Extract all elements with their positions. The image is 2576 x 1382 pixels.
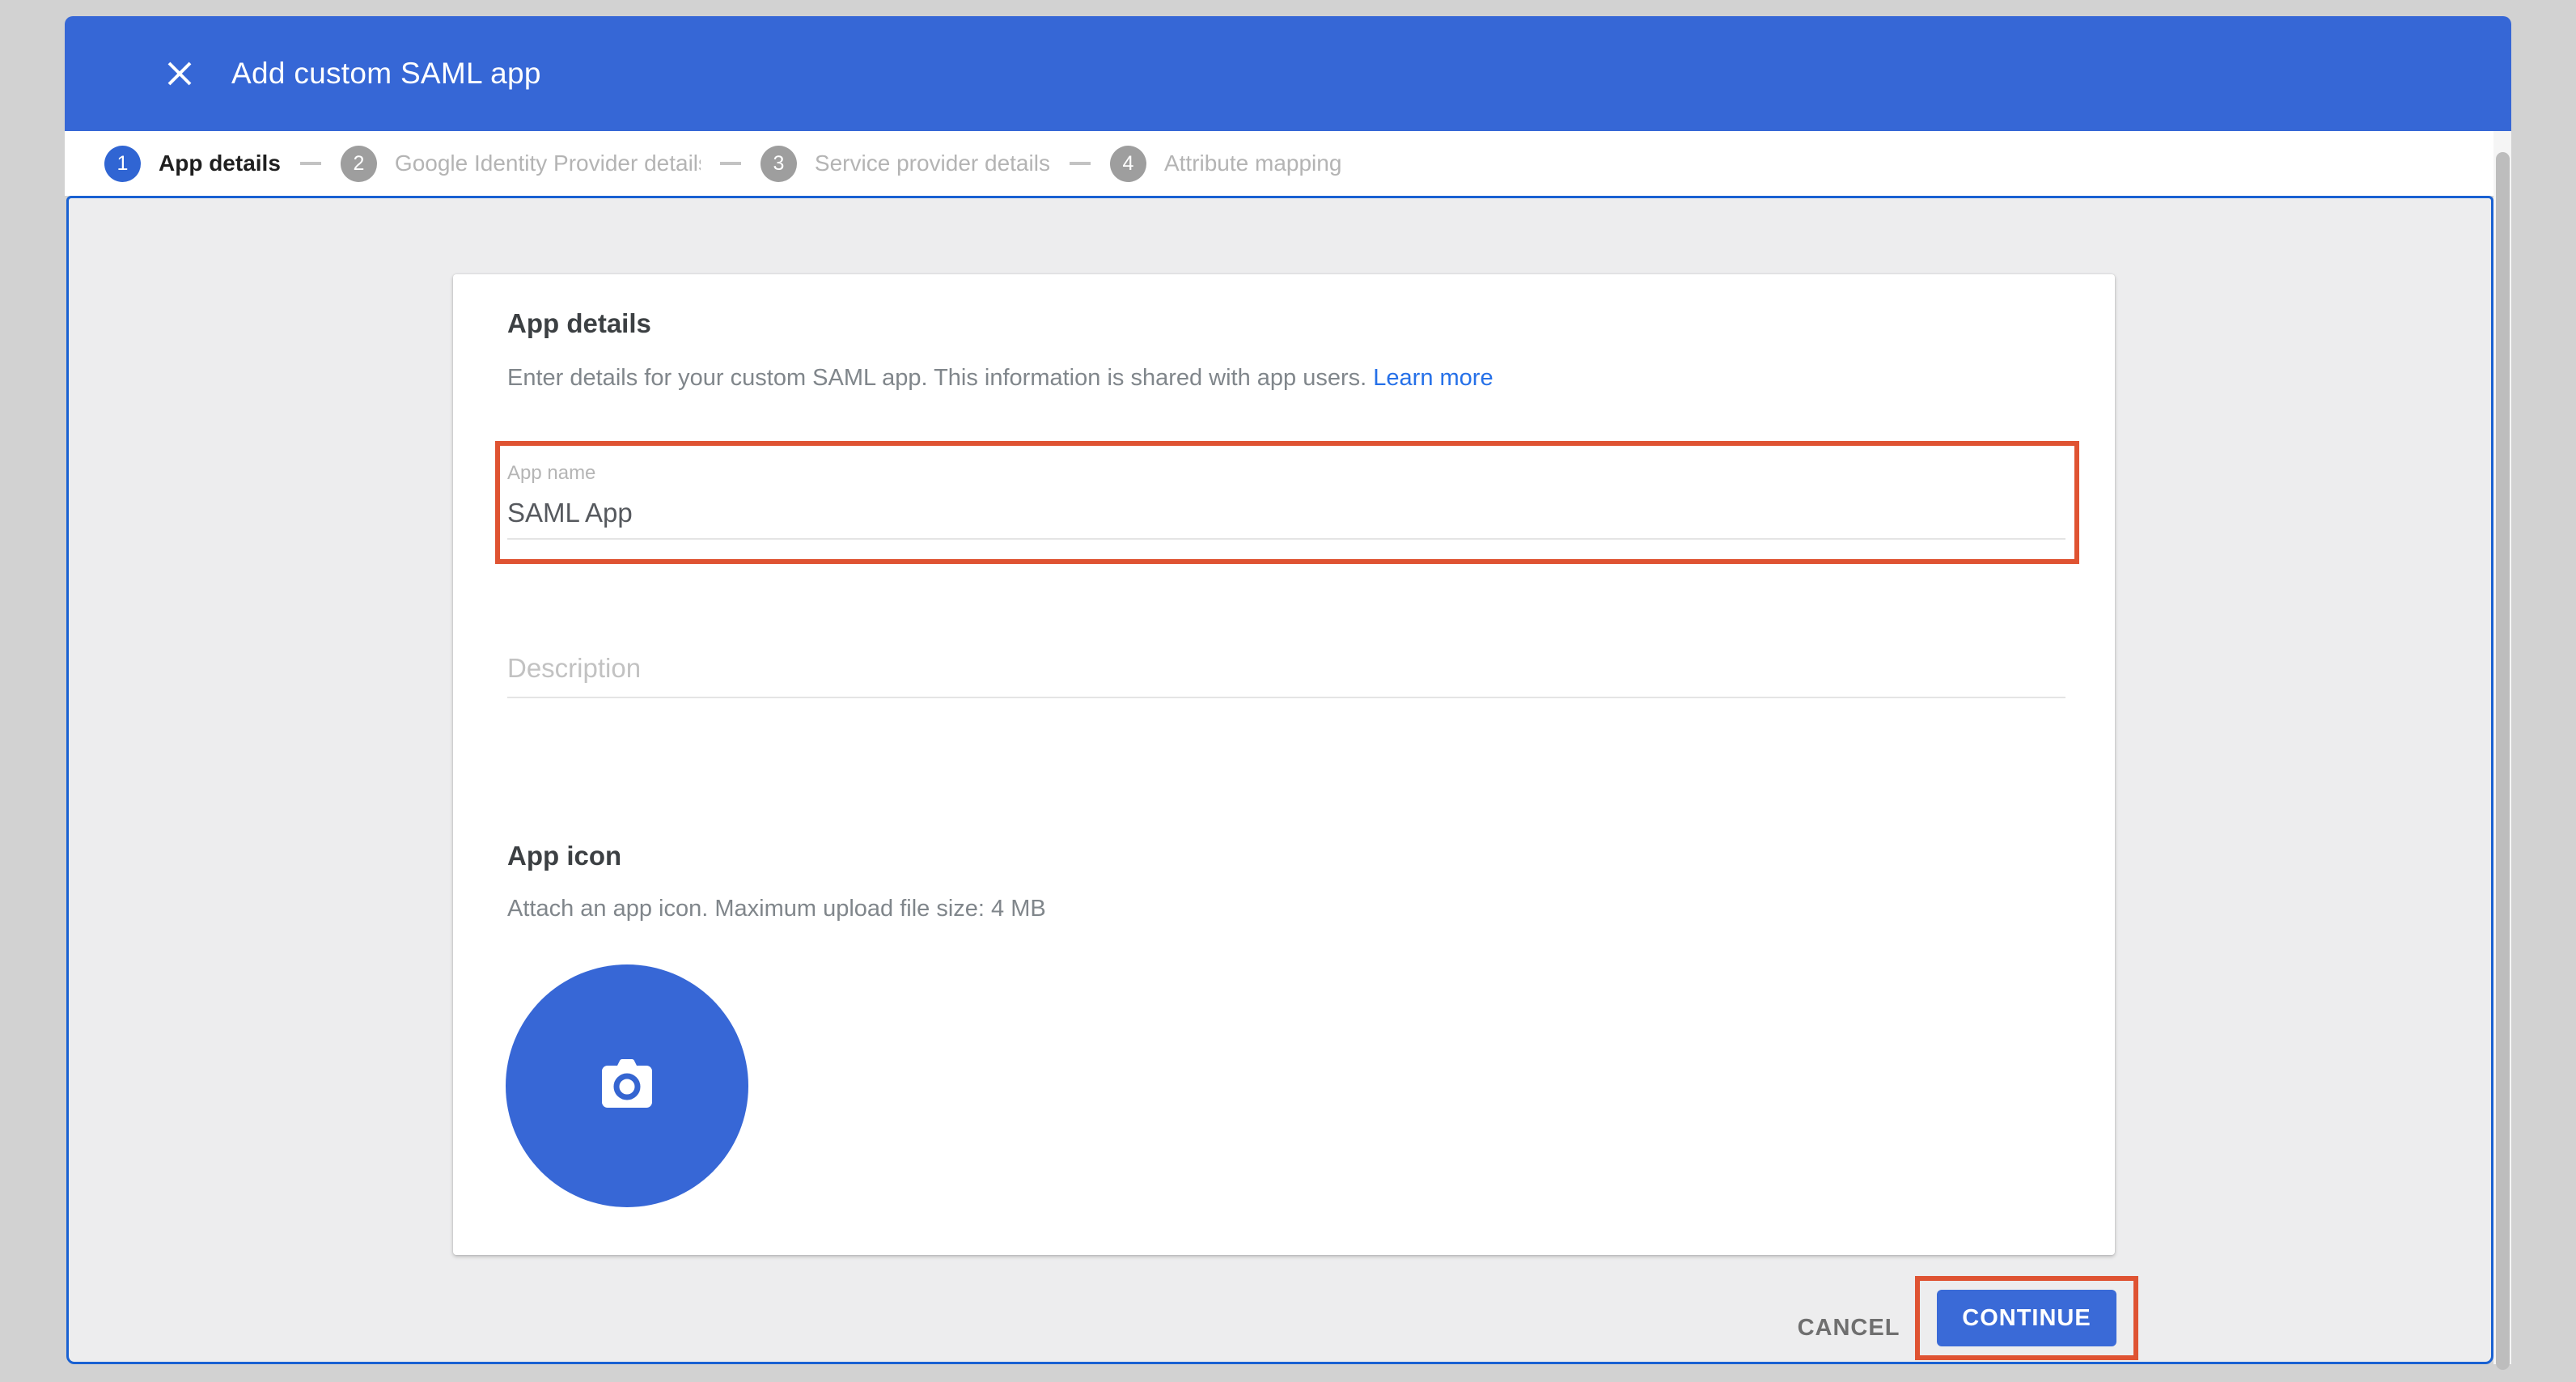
cancel-button[interactable]: CANCEL <box>1768 1307 1930 1349</box>
add-custom-saml-app-dialog: Add custom SAML app 1 App details 2 Goog… <box>65 16 2511 1364</box>
description-field <box>507 653 2065 698</box>
close-icon <box>164 58 195 89</box>
scrollbar-thumb[interactable] <box>2496 152 2510 1370</box>
description-input[interactable] <box>507 653 2065 684</box>
stepper: 1 App details 2 Google Identity Provider… <box>65 131 2511 196</box>
step-4-label: Attribute mapping <box>1164 150 1341 176</box>
step-google-idp-details[interactable]: 2 Google Identity Provider details <box>341 146 701 182</box>
close-button[interactable] <box>160 54 199 93</box>
step-2-label: Google Identity Provider details <box>395 150 701 176</box>
app-details-card: App details Enter details for your custo… <box>453 274 2115 1255</box>
step-app-details[interactable]: 1 App details <box>104 146 281 182</box>
step-4-circle: 4 <box>1110 146 1146 182</box>
app-icon-subtitle: Attach an app icon. Maximum upload file … <box>507 896 1046 922</box>
step-service-provider-details[interactable]: 3 Service provider details <box>761 146 1050 182</box>
dialog-content-area: App details Enter details for your custo… <box>66 196 2493 1364</box>
camera-icon <box>595 1059 659 1113</box>
card-description-text: Enter details for your custom SAML app. … <box>507 365 1373 391</box>
continue-highlight-box: CONTINUE <box>1915 1276 2138 1360</box>
app-name-label: App name <box>507 462 2065 485</box>
app-icon-upload-button[interactable] <box>506 964 748 1207</box>
dialog-header: Add custom SAML app <box>65 16 2511 131</box>
continue-button[interactable]: CONTINUE <box>1937 1290 2116 1346</box>
step-attribute-mapping[interactable]: 4 Attribute mapping <box>1110 146 1341 182</box>
step-connector <box>720 162 741 165</box>
step-connector <box>1070 162 1091 165</box>
learn-more-link[interactable]: Learn more <box>1373 365 1493 391</box>
card-title: App details <box>507 308 651 339</box>
step-3-label: Service provider details <box>815 150 1050 176</box>
step-1-label: App details <box>159 150 281 176</box>
app-icon-title: App icon <box>507 841 621 871</box>
step-1-circle: 1 <box>104 146 141 182</box>
step-2-circle: 2 <box>341 146 377 182</box>
dialog-title: Add custom SAML app <box>231 57 541 91</box>
step-3-circle: 3 <box>761 146 797 182</box>
step-connector <box>300 162 321 165</box>
app-name-field: App name <box>507 462 2065 540</box>
app-name-input[interactable] <box>507 498 2065 528</box>
card-description: Enter details for your custom SAML app. … <box>507 365 1493 392</box>
